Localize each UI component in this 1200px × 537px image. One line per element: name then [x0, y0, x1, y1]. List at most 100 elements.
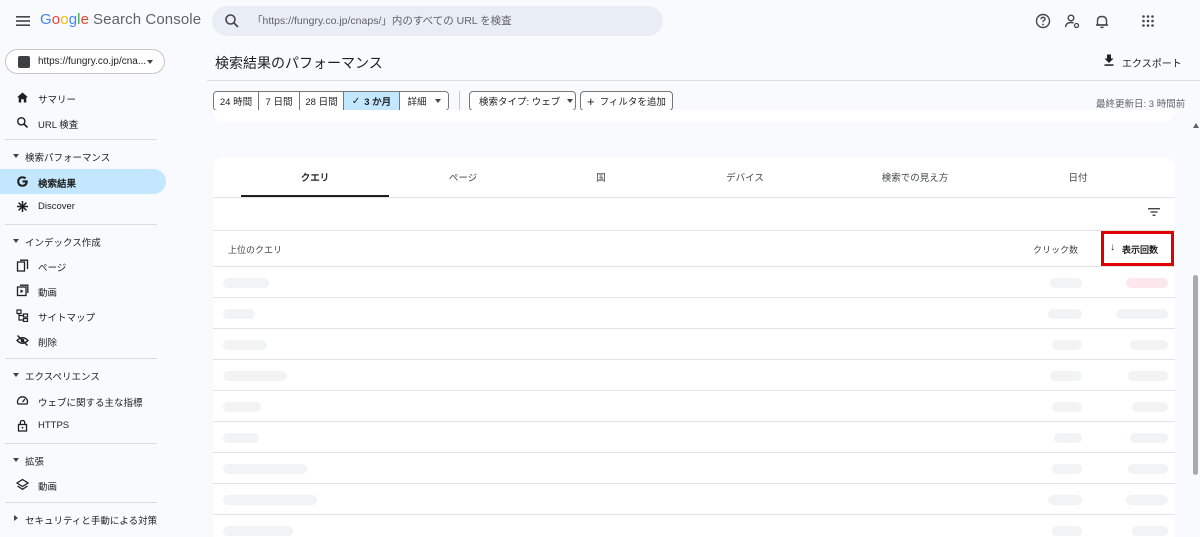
table-row-loading [213, 329, 1175, 360]
sidebar-item-discover[interactable]: Discover [0, 194, 166, 219]
dimension-table-card: クエリ ページ 国 デバイス 検索での見え方 日付 上位のクエリ クリック数 ↓… [213, 157, 1175, 537]
sidebar-item-removals[interactable]: 削除 [0, 328, 166, 353]
clicks-skeleton [1052, 402, 1082, 412]
query-skeleton [223, 495, 317, 505]
query-skeleton [223, 464, 307, 474]
table-row-loading [213, 422, 1175, 453]
google-g-icon [17, 176, 28, 187]
sidebar-divider [5, 224, 157, 225]
add-filter-button[interactable]: + フィルタを追加 [580, 91, 673, 111]
clicks-skeleton [1052, 464, 1082, 474]
sidebar-item-url-inspection[interactable]: URL 検査 [0, 110, 166, 135]
sidebar-item-summary[interactable]: サマリー [0, 85, 166, 110]
hamburger-menu-icon[interactable] [14, 12, 32, 30]
query-skeleton [223, 309, 255, 319]
video-page-icon [16, 284, 29, 297]
date-range-3m[interactable]: ✓ 3 か月 [344, 92, 400, 110]
sidebar-item-enhancement-videos[interactable]: 動画 [0, 472, 166, 497]
collapse-triangle-icon [13, 373, 19, 377]
impressions-skeleton [1132, 402, 1168, 412]
sidebar-item-video-pages[interactable]: 動画 [0, 278, 166, 303]
sidebar-item-pages[interactable]: ページ [0, 253, 166, 278]
date-range-7d[interactable]: 7 日間 [259, 92, 300, 110]
tab-pages[interactable]: ページ [389, 157, 537, 197]
search-icon [225, 14, 239, 28]
search-console-logo[interactable]: Google Search Console [40, 11, 201, 28]
scroll-up-arrow-icon[interactable] [1193, 123, 1199, 128]
clicks-skeleton [1050, 371, 1082, 381]
download-icon [1104, 54, 1114, 66]
header-divider [207, 80, 1200, 81]
sidebar-divider [5, 502, 157, 503]
impressions-skeleton [1130, 340, 1168, 350]
sidebar-section-security[interactable]: セキュリティと手動による対策 [0, 509, 166, 529]
sidebar-divider [5, 443, 157, 444]
last-updated-text: 最終更新日: 3 時間前 [1096, 99, 1186, 110]
clicks-skeleton [1050, 278, 1082, 288]
column-header-top-queries: 上位のクエリ [228, 245, 283, 255]
search-input[interactable] [252, 11, 652, 31]
chevron-down-icon [567, 99, 574, 103]
impressions-skeleton [1128, 464, 1168, 474]
tab-search-appearance[interactable]: 検索での見え方 [825, 157, 1005, 197]
toolbar-divider [213, 230, 1175, 231]
query-skeleton [223, 340, 267, 350]
sidebar-item-search-results[interactable]: 検索結果 [0, 169, 166, 194]
sidebar-item-sitemaps[interactable]: サイトマップ [0, 303, 166, 328]
tab-devices[interactable]: デバイス [665, 157, 825, 197]
property-selector[interactable]: https://fungry.co.jp/cna... [5, 49, 165, 74]
tab-countries[interactable]: 国 [537, 157, 665, 197]
impressions-skeleton [1116, 309, 1168, 319]
scrollbar-thumb[interactable] [1193, 275, 1198, 475]
clicks-skeleton [1054, 433, 1082, 443]
tab-dates[interactable]: 日付 [1005, 157, 1151, 197]
query-skeleton [223, 371, 287, 381]
column-header-clicks[interactable]: クリック数 [1033, 243, 1078, 256]
date-range-details-dropdown[interactable]: 詳細 [400, 92, 448, 110]
layers-icon [16, 478, 29, 491]
table-row-loading [213, 453, 1175, 484]
chevron-down-icon [147, 60, 153, 64]
product-name: Search Console [93, 11, 202, 28]
clicks-skeleton [1048, 309, 1082, 319]
sidebar-section-enhancements[interactable]: 拡張 [0, 450, 166, 470]
table-row-loading [213, 360, 1175, 391]
user-settings-icon[interactable] [1063, 12, 1081, 30]
column-header-impressions[interactable]: ↓ 表示回数 [1101, 231, 1174, 266]
apps-grid-icon[interactable] [1139, 12, 1157, 30]
notifications-bell-icon[interactable] [1093, 12, 1111, 30]
sidebar-section-search-performance[interactable]: 検索パフォーマンス [0, 146, 166, 166]
check-icon: ✓ [351, 95, 361, 107]
search-type-dropdown[interactable]: 検索タイプ: ウェブ [469, 91, 576, 111]
help-icon[interactable] [1034, 12, 1052, 30]
clicks-skeleton [1052, 340, 1082, 350]
sidebar-item-core-web-vitals[interactable]: ウェブに関する主な指標 [0, 388, 166, 413]
query-skeleton [223, 433, 259, 443]
sort-descending-icon: ↓ [1110, 242, 1115, 253]
asterisk-icon [17, 201, 28, 212]
pages-icon [16, 259, 29, 272]
collapse-triangle-icon [13, 239, 19, 243]
tabs-divider [213, 197, 1175, 198]
table-row-loading [213, 298, 1175, 329]
date-range-24h[interactable]: 24 時間 [214, 92, 259, 110]
filter-rows-icon[interactable] [1147, 205, 1161, 219]
top-app-bar: Google Search Console [0, 0, 1200, 42]
filter-divider [459, 91, 460, 111]
sitemap-icon [16, 309, 29, 322]
property-label: https://fungry.co.jp/cna... [38, 56, 147, 67]
clicks-skeleton [1048, 495, 1082, 505]
impressions-skeleton [1126, 495, 1168, 505]
collapse-triangle-icon [13, 154, 19, 158]
date-range-28d[interactable]: 28 日間 [300, 92, 344, 110]
site-favicon-icon [18, 56, 30, 68]
table-row-loading [213, 267, 1175, 298]
sidebar-section-indexing[interactable]: インデックス作成 [0, 231, 166, 251]
page-title: 検索結果のパフォーマンス [215, 55, 383, 71]
tab-queries[interactable]: クエリ [241, 157, 389, 197]
sidebar-section-experience[interactable]: エクスペリエンス [0, 365, 166, 385]
url-inspection-search[interactable] [212, 6, 663, 36]
impressions-skeleton [1130, 433, 1168, 443]
table-row-loading [213, 484, 1175, 515]
sidebar-item-https[interactable]: HTTPS [0, 413, 166, 438]
